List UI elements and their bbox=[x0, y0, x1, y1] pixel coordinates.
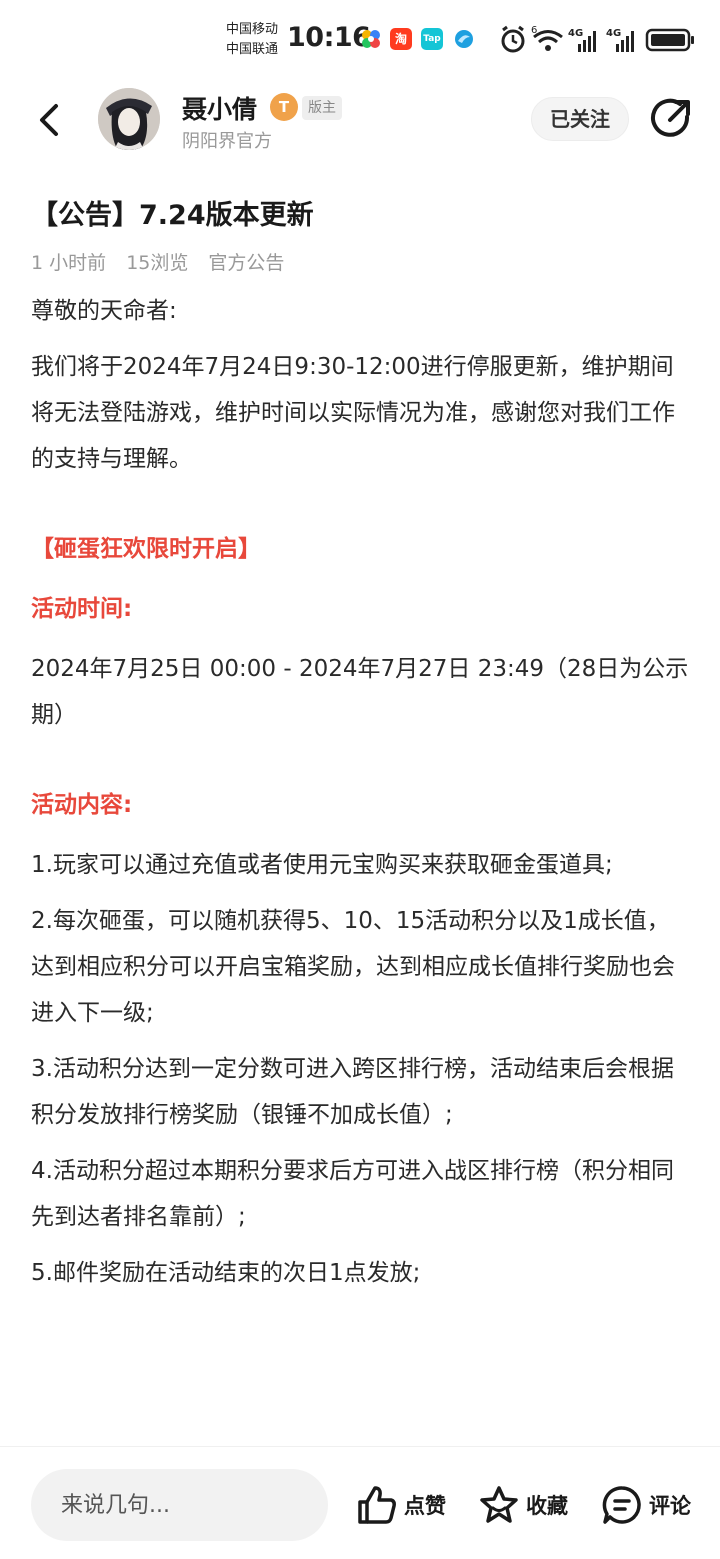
carrier-info: 中国移动 中国联通 bbox=[226, 20, 278, 60]
follow-button[interactable]: 已关注 bbox=[531, 97, 629, 141]
moderator-tag: 版主 bbox=[302, 96, 342, 120]
like-button[interactable]: 点赞 bbox=[356, 1483, 446, 1527]
event-content-heading: 活动内容: bbox=[31, 792, 133, 818]
back-icon[interactable] bbox=[28, 98, 72, 142]
post-time: 1 小时前 bbox=[31, 252, 107, 274]
author-name[interactable]: 聂小倩 bbox=[182, 90, 257, 126]
browser-icon bbox=[453, 28, 475, 50]
post-article: 【公告】7.24版本更新 1 小时前 15浏览 官方公告 尊敬的天命者: 我们将… bbox=[31, 190, 691, 1306]
rule-item: 5.邮件奖励在活动结束的次日1点发放; bbox=[31, 1260, 421, 1286]
wifi-icon: 6 bbox=[531, 25, 563, 51]
like-label: 点赞 bbox=[404, 1494, 446, 1518]
verified-badge-icon: T bbox=[270, 93, 298, 121]
carrier-1: 中国移动 bbox=[226, 22, 279, 37]
favorite-label: 收藏 bbox=[526, 1494, 568, 1518]
alarm-icon bbox=[501, 25, 525, 53]
svg-text:4G: 4G bbox=[568, 28, 583, 39]
rule-item: 3.活动积分达到一定分数可进入跨区排行榜，活动结束后会根据积分发放排行榜奖励（银… bbox=[31, 1056, 674, 1128]
signal-4g-icon: 4G bbox=[606, 28, 634, 52]
status-time: 10:16 bbox=[287, 22, 371, 53]
greeting-text: 尊敬的天命者: bbox=[31, 298, 177, 324]
status-bar: 中国移动 中国联通 10:16 淘 Tap 6 4G 4G bbox=[0, 0, 720, 80]
post-body: 尊敬的天命者: 我们将于2024年7月24日9:30-12:00进行停服更新，维… bbox=[31, 288, 691, 1296]
svg-text:4G: 4G bbox=[606, 28, 621, 39]
signal-4g-icon: 4G bbox=[568, 28, 596, 52]
rule-item: 1.玩家可以通过充值或者使用元宝购买来获取砸金蛋道具; bbox=[31, 852, 613, 878]
pinwheel-icon bbox=[360, 28, 382, 50]
post-title: 【公告】7.24版本更新 bbox=[31, 200, 314, 231]
comment-label: 评论 bbox=[649, 1494, 691, 1518]
event-time-text: 2024年7月25日 00:00 - 2024年7月27日 23:49（28日为… bbox=[31, 656, 689, 728]
favorite-button[interactable]: 收藏 bbox=[478, 1483, 568, 1527]
system-status-icons: 6 4G 4G bbox=[501, 25, 694, 53]
comment-button[interactable]: 评论 bbox=[601, 1483, 691, 1527]
carrier-2: 中国联通 bbox=[226, 42, 279, 57]
rule-item: 4.活动积分超过本期积分要求后方可进入战区排行榜（积分相同先到达者排名靠前）; bbox=[31, 1158, 674, 1230]
post-meta: 1 小时前 15浏览 官方公告 bbox=[31, 246, 691, 280]
author-subtitle: 阴阳界官方 bbox=[182, 131, 272, 152]
svg-text:6: 6 bbox=[531, 25, 537, 36]
author-avatar[interactable] bbox=[98, 88, 160, 150]
rule-item: 2.每次砸蛋，可以随机获得5、10、15活动积分以及1成长值，达到相应积分可以开… bbox=[31, 908, 675, 1026]
taobao-icon: 淘 bbox=[390, 28, 412, 50]
post-category[interactable]: 官方公告 bbox=[208, 252, 284, 274]
comment-input[interactable] bbox=[31, 1469, 328, 1541]
event-time-heading: 活动时间: bbox=[31, 596, 133, 622]
bottom-action-bar: 点赞 收藏 评论 bbox=[0, 1446, 720, 1559]
post-views: 15浏览 bbox=[126, 252, 189, 274]
star-icon bbox=[480, 1486, 518, 1523]
intro-paragraph: 我们将于2024年7月24日9:30-12:00进行停服更新，维护期间将无法登陆… bbox=[31, 354, 675, 472]
thumbs-up-icon bbox=[358, 1486, 396, 1524]
post-header: 聂小倩 T 版主 阴阳界官方 已关注 bbox=[0, 80, 720, 160]
share-icon[interactable] bbox=[650, 98, 692, 140]
comment-bubble-icon bbox=[602, 1486, 641, 1524]
event-title: 【砸蛋狂欢限时开启】 bbox=[31, 536, 261, 562]
battery-icon bbox=[645, 28, 694, 52]
taptap-icon: Tap bbox=[421, 28, 443, 50]
